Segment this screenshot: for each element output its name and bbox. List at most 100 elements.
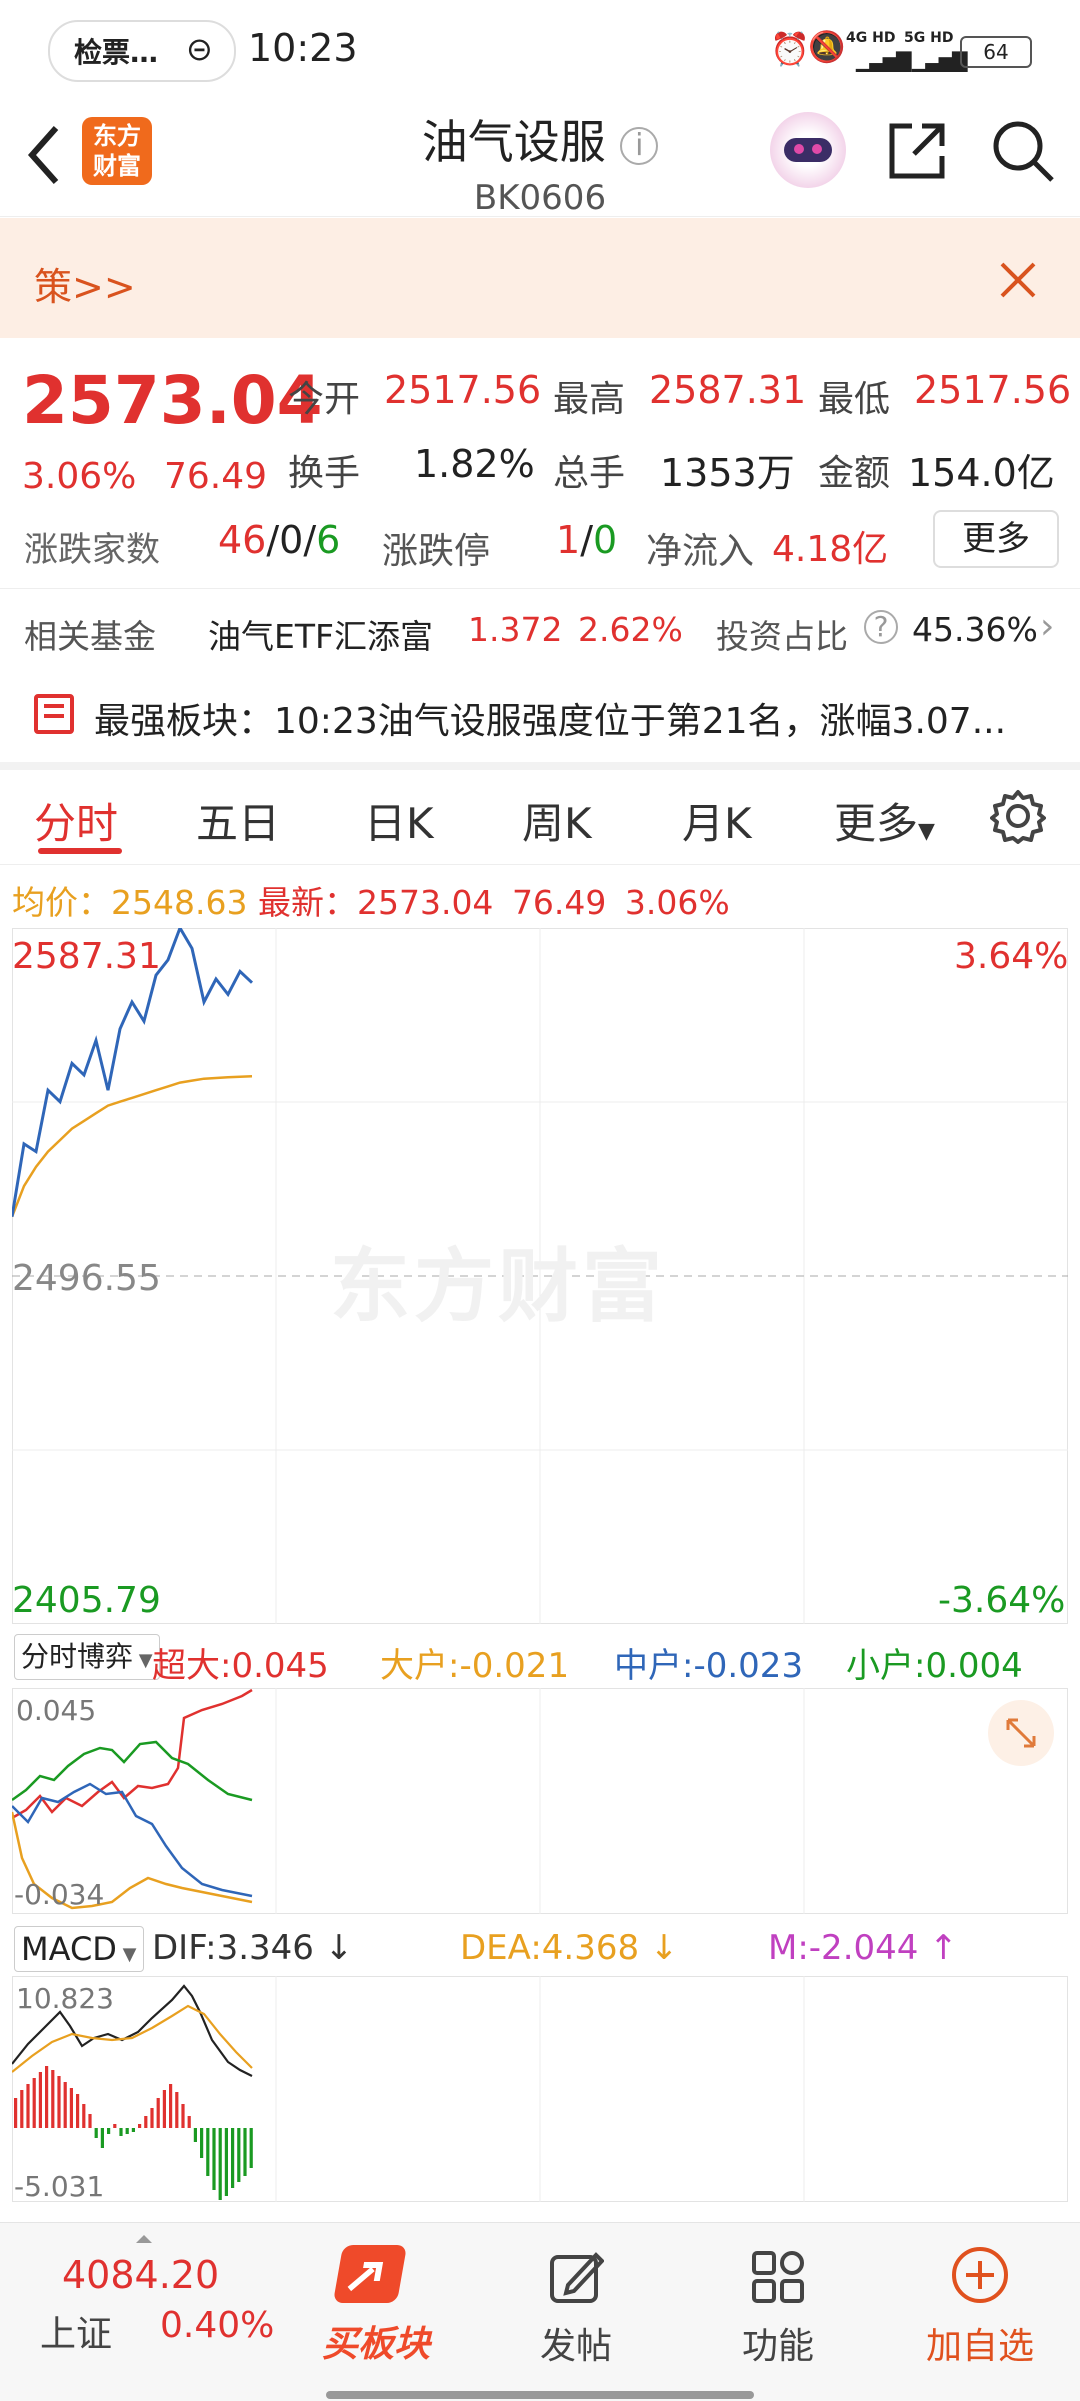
- macd-bar: [20, 2090, 24, 2128]
- help-icon[interactable]: ?: [864, 610, 898, 644]
- fund-flow-selector-label: 分时博弈: [21, 1640, 134, 1673]
- turnover-value: 1.82%: [414, 442, 535, 486]
- amount-label: 金额: [818, 453, 891, 494]
- limit-down-count: 0: [593, 518, 618, 562]
- macd-bar: [156, 2098, 160, 2128]
- super-large-legend: 超大:0.045: [152, 1638, 329, 1687]
- avg-label: 均价：: [12, 883, 111, 922]
- volume-label: 总手: [553, 453, 626, 494]
- expand-icon[interactable]: [988, 1700, 1054, 1766]
- macd-dea: DEA:4.368 ↓: [460, 1928, 679, 1968]
- macd-bar: [243, 2128, 247, 2176]
- turnover-label: 换手: [288, 453, 361, 494]
- macd-bar: [224, 2128, 228, 2196]
- updown-count: 46/0/6: [218, 518, 340, 562]
- macd-bar: [69, 2088, 73, 2128]
- info-icon[interactable]: i: [620, 126, 659, 165]
- share-icon[interactable]: [884, 118, 950, 184]
- macd-bar: [200, 2128, 204, 2158]
- macd-bar: [100, 2128, 104, 2148]
- change-percent: 3.06%: [22, 456, 137, 497]
- train-icon: ⊝: [186, 30, 213, 68]
- fund-name: 油气ETF汇添富: [208, 617, 433, 656]
- buy-sector-icon: [332, 2245, 408, 2303]
- tab-more[interactable]: 更多▼: [834, 790, 935, 851]
- latest-value: 2573.04: [356, 883, 494, 922]
- mid-legend: 中户:-0.023: [614, 1638, 803, 1687]
- fund-flow-max: 0.045: [16, 1694, 97, 1727]
- tab-monthly-k[interactable]: 月K: [682, 790, 752, 851]
- sep-3: /: [580, 518, 593, 562]
- chart-board-icon: [34, 694, 74, 734]
- tab-daily-k[interactable]: 日K: [364, 790, 434, 851]
- mid-value: -0.023: [693, 1646, 804, 1686]
- large-label: 大户:: [380, 1646, 460, 1686]
- ratio-value: 45.36%: [912, 610, 1038, 649]
- up-count: 46: [218, 518, 267, 562]
- chart-max-pct: 3.64%: [954, 936, 1069, 977]
- tab-weekly-k[interactable]: 周K: [522, 790, 592, 851]
- signal-5g-label: 5G HD: [904, 30, 954, 46]
- post-button[interactable]: 发帖: [486, 2223, 666, 2401]
- fund-flow-selector[interactable]: 分时博弈 ▼: [14, 1634, 160, 1680]
- more-button[interactable]: 更多: [933, 510, 1059, 568]
- macd-bar: [32, 2078, 36, 2128]
- macd-bar: [237, 2128, 241, 2182]
- macd-bar: [150, 2108, 154, 2128]
- small-legend: 小户:0.004: [846, 1638, 1023, 1687]
- related-fund-row[interactable]: 相关基金 油气ETF汇添富 1.372 2.62% 投资占比 ? 45.36% …: [0, 590, 1080, 670]
- open-value: 2517.56: [384, 368, 542, 412]
- macd-bar: [187, 2116, 191, 2128]
- functions-button[interactable]: 功能: [688, 2223, 868, 2401]
- macd-bar: [249, 2128, 253, 2168]
- index-ticker[interactable]: 4084.20 上证 0.40%: [0, 2223, 274, 2401]
- chart-min-pct: -3.64%: [938, 1580, 1066, 1621]
- macd-dif: DIF:3.346 ↓: [152, 1928, 354, 1968]
- netflow-value: 4.18亿: [772, 529, 889, 570]
- index-value: 4084.20: [62, 2253, 220, 2297]
- plus-circle-icon: [952, 2247, 1008, 2303]
- post-label: 发帖: [539, 2326, 612, 2367]
- indicator-selector-label: MACD: [21, 1930, 117, 1968]
- macd-chart[interactable]: [12, 1976, 1068, 2202]
- add-watchlist-button[interactable]: 加自选: [890, 2223, 1070, 2401]
- home-indicator: [326, 2391, 754, 2399]
- limit-count: 1/0: [556, 518, 617, 562]
- banner-text: 策>>: [34, 265, 136, 309]
- watermark: 东方财富: [330, 1240, 666, 1333]
- indicator-selector[interactable]: MACD ▼: [14, 1926, 144, 1972]
- flat-count: 0: [279, 518, 304, 562]
- settings-gear-icon[interactable]: [990, 788, 1046, 844]
- battery-icon: 64: [960, 36, 1032, 68]
- macd-bar: [131, 2128, 135, 2132]
- strongest-sector-row[interactable]: 最强板块：10:23油气设服强度位于第21名，涨幅3.07...: [0, 672, 1080, 760]
- grid-icon: [752, 2251, 804, 2303]
- close-icon[interactable]: [996, 258, 1040, 302]
- tab-more-label: 更多: [834, 799, 919, 848]
- fund-pct: 2.62%: [578, 610, 683, 649]
- macd-bar: [175, 2092, 179, 2128]
- low-label: 最低: [818, 379, 891, 420]
- buy-sector-button[interactable]: 买板块: [286, 2223, 466, 2401]
- change-value: 76.49: [164, 456, 268, 497]
- macd-bar: [107, 2128, 111, 2134]
- amount-value: 154.0亿: [908, 451, 1055, 495]
- sep-1: /: [266, 518, 280, 562]
- clock: 10:23: [248, 26, 358, 70]
- search-icon[interactable]: [990, 118, 1056, 184]
- status-bar: 检票… ⊝ 10:23 ⏰ 🔕 4G HD ▁▃▅▇ 5G HD ▁▃▅▇ 64: [0, 0, 1080, 100]
- dropdown-icon: ▼: [116, 1944, 137, 1965]
- tab-five-day[interactable]: 五日: [196, 790, 280, 851]
- edit-icon: [550, 2252, 604, 2303]
- ratio-label: 投资占比: [716, 617, 848, 656]
- avg-value: 2548.63: [111, 883, 248, 922]
- signal-4g-label: 4G HD: [846, 30, 896, 46]
- macd-bar: [63, 2082, 67, 2128]
- promo-banner[interactable]: 策>>: [0, 218, 1080, 338]
- macd-bar: [94, 2128, 98, 2138]
- notification-pill[interactable]: 检票… ⊝: [48, 20, 236, 82]
- fund-flow-chart[interactable]: [12, 1688, 1068, 1914]
- assistant-avatar-icon[interactable]: [770, 112, 846, 188]
- tab-intraday[interactable]: 分时: [34, 790, 118, 851]
- macd-min: -5.031: [14, 2170, 105, 2203]
